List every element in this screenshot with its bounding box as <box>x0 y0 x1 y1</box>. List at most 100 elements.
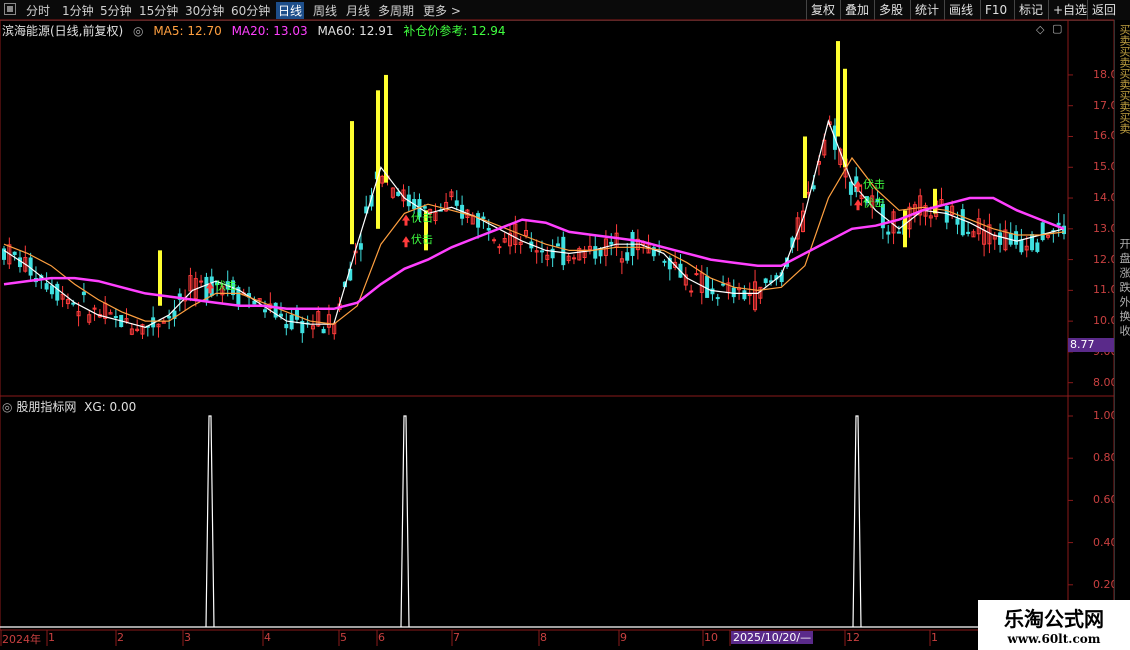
signal-label: 伏击 <box>411 232 433 246</box>
ma-lines <box>3 119 1065 328</box>
xg-spike <box>852 415 862 628</box>
candle-body <box>1035 242 1040 252</box>
candle-body <box>1019 239 1024 253</box>
candle-body <box>625 252 630 261</box>
yellow-bar <box>836 41 840 137</box>
candle-body <box>44 283 49 290</box>
candle-body <box>998 232 1003 245</box>
date-label: 3 <box>184 631 191 644</box>
xg-spike <box>205 415 215 628</box>
watermark: 乐淘公式网 www.60lt.com <box>978 600 1130 650</box>
indicator-title: 股朋指标网 <box>16 400 77 414</box>
date-label: 2025/10/20/— <box>731 631 814 644</box>
collapse-icon[interactable]: ◎ <box>133 24 143 38</box>
buy-arrow-icon <box>402 236 410 248</box>
ma20-label: MA20: 13.03 <box>231 24 308 38</box>
candle-body <box>848 181 853 195</box>
side-text-2: 开 盘 涨 跌 外 换 收 <box>1118 238 1130 336</box>
xg-spike <box>400 415 410 628</box>
diamond-icon[interactable]: ◇ <box>1036 23 1044 36</box>
candle-body <box>49 285 54 295</box>
yellow-bar <box>843 68 847 168</box>
yellow-bar <box>933 188 937 214</box>
candle-body <box>294 308 299 320</box>
indicator-collapse-icon[interactable]: ◎ <box>2 400 12 414</box>
price-tag: 8.77 <box>1068 338 1114 352</box>
candle-body <box>896 231 901 234</box>
candle-body <box>476 213 481 228</box>
date-label: 1 <box>931 631 938 644</box>
candle-body <box>1040 222 1045 241</box>
signal-label: 伏击 <box>863 195 885 209</box>
candle-body <box>396 191 401 196</box>
candle-body <box>358 243 363 250</box>
candle-body <box>81 291 86 296</box>
candle-body <box>321 328 326 334</box>
date-label: 8 <box>540 631 547 644</box>
candle-body <box>486 227 491 231</box>
indicator-lines <box>0 415 1068 628</box>
candle-body <box>199 280 204 283</box>
date-label: 5 <box>340 631 347 644</box>
ma60-label: MA60: 12.91 <box>317 24 394 38</box>
signal-label: 伏击 <box>863 177 885 191</box>
candle-body <box>481 216 486 220</box>
candle-body <box>497 246 502 249</box>
candle-body <box>662 260 667 263</box>
candle-body <box>689 290 694 293</box>
date-label: 1 <box>48 631 55 644</box>
yellow-bar <box>350 121 354 245</box>
watermark-title: 乐淘公式网 <box>1004 607 1104 631</box>
candle-body <box>731 287 736 298</box>
candle-body <box>555 243 560 247</box>
candle-body <box>710 288 715 295</box>
candle-body <box>955 218 960 225</box>
kline-chart[interactable]: 伏击伏击伏击伏击伏击 <box>0 0 1130 650</box>
candle-body <box>705 275 710 298</box>
date-label: 10 <box>704 631 718 644</box>
expand-icon[interactable]: ▢ <box>1052 22 1062 35</box>
candle-body <box>715 297 720 300</box>
yellow-bar <box>376 90 380 229</box>
candle-body <box>263 309 268 313</box>
yellow-bar <box>158 250 162 306</box>
candle-body <box>113 316 118 319</box>
candle-body <box>561 236 566 266</box>
candle-body <box>1056 222 1061 226</box>
candle-body <box>284 323 289 329</box>
candle-body <box>204 276 209 301</box>
chart-grid <box>0 19 1115 646</box>
candle-body <box>278 313 283 317</box>
date-label: 2024年 <box>2 633 41 646</box>
date-label: 6 <box>378 631 385 644</box>
date-label: 4 <box>264 631 271 644</box>
date-label: 7 <box>453 631 460 644</box>
candle-body <box>571 257 576 260</box>
date-label: 2 <box>117 631 124 644</box>
xg-label: XG: 0.00 <box>84 400 137 414</box>
candle-body <box>742 290 747 300</box>
buy-arrow-icon <box>402 214 410 226</box>
yellow-bar <box>384 74 388 183</box>
candle-body <box>593 246 598 259</box>
indicator-legend: ◎ 股朋指标网 XG: 0.00 <box>2 398 136 415</box>
candle-body <box>454 200 459 206</box>
ma5-label: MA5: 12.70 <box>153 24 222 38</box>
candle-body <box>422 206 427 209</box>
candle-body <box>609 241 614 245</box>
candle-body <box>539 250 544 253</box>
candle-body <box>167 315 172 319</box>
yellow-bar <box>803 136 807 199</box>
candle-body <box>55 283 60 301</box>
candle-body <box>252 300 257 305</box>
candle-body <box>17 257 22 268</box>
candle-body <box>1014 231 1019 245</box>
ref-price-label: 补仓价参考: 12.94 <box>403 24 506 38</box>
candle-body <box>960 209 965 236</box>
side-text-1: 买卖买卖买卖买卖买卖 <box>1118 24 1130 134</box>
signal-label: 伏击 <box>411 211 433 225</box>
candle-body <box>886 231 891 235</box>
candles <box>2 41 1066 343</box>
chart-frame <box>0 19 1115 631</box>
candle-body <box>12 251 17 255</box>
